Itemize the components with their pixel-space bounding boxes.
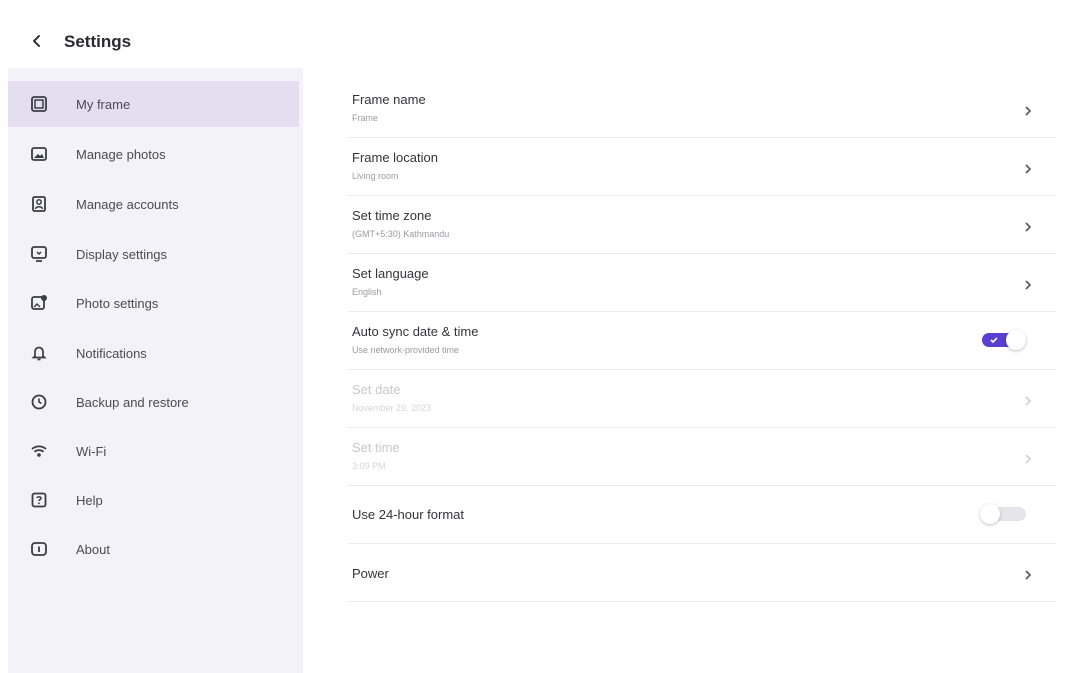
page-title: Settings bbox=[64, 32, 132, 51]
history-icon bbox=[28, 391, 50, 413]
sidebar: My frame Manage photos Manage accounts D… bbox=[8, 68, 303, 673]
chevron-right-icon bbox=[1022, 453, 1034, 465]
photos-icon bbox=[28, 143, 50, 165]
header-bar: Settings bbox=[0, 0, 1084, 64]
setting-subtitle: English bbox=[352, 287, 382, 297]
sidebar-item-manage-accounts[interactable]: Manage accounts bbox=[8, 181, 299, 227]
setting-auto-sync[interactable]: Auto sync date & time Use network-provid… bbox=[348, 312, 1056, 370]
setting-frame-location[interactable]: Frame location Living room bbox=[348, 138, 1056, 196]
setting-time-zone[interactable]: Set time zone (GMT+5:30) Kathmandu bbox=[348, 196, 1056, 254]
setting-title: Set time zone bbox=[352, 208, 432, 223]
accounts-icon bbox=[28, 193, 50, 215]
chevron-right-icon bbox=[1022, 569, 1034, 581]
sidebar-item-manage-photos[interactable]: Manage photos bbox=[8, 131, 299, 177]
display-icon bbox=[28, 243, 50, 265]
sidebar-item-label: Wi-Fi bbox=[76, 443, 107, 459]
wifi-icon bbox=[28, 440, 50, 462]
sidebar-item-label: Help bbox=[76, 492, 103, 508]
setting-title: Auto sync date & time bbox=[352, 324, 479, 339]
chevron-right-icon bbox=[1022, 395, 1034, 407]
sidebar-item-label: About bbox=[76, 541, 110, 557]
setting-title: Set language bbox=[352, 266, 429, 281]
sidebar-item-label: Manage accounts bbox=[76, 196, 179, 212]
sidebar-item-display-settings[interactable]: Display settings bbox=[8, 231, 299, 277]
setting-title: Power bbox=[352, 566, 389, 581]
photo-settings-icon bbox=[28, 292, 50, 314]
chevron-right-icon bbox=[1022, 279, 1034, 291]
setting-language[interactable]: Set language English bbox=[348, 254, 1056, 312]
info-icon bbox=[28, 538, 50, 560]
sidebar-item-photo-settings[interactable]: Photo settings bbox=[8, 280, 299, 326]
setting-title: Set date bbox=[352, 382, 401, 397]
back-button[interactable] bbox=[26, 30, 48, 52]
setting-subtitle: Frame bbox=[352, 113, 379, 123]
sidebar-item-label: My frame bbox=[76, 96, 131, 112]
setting-set-date: Set date November 29, 2023 bbox=[348, 370, 1056, 428]
setting-subtitle: Use network-provided time bbox=[352, 345, 460, 355]
setting-frame-name[interactable]: Frame name Frame bbox=[348, 80, 1056, 138]
sidebar-item-help[interactable]: Help bbox=[8, 477, 299, 523]
chevron-right-icon bbox=[1022, 221, 1034, 233]
setting-title: Use 24-hour format bbox=[352, 507, 464, 522]
sidebar-item-backup-restore[interactable]: Backup and restore bbox=[8, 379, 299, 425]
sidebar-item-label: Backup and restore bbox=[76, 394, 189, 410]
setting-power[interactable]: Power bbox=[348, 544, 1056, 602]
setting-subtitle: Living room bbox=[352, 171, 399, 181]
setting-subtitle: (GMT+5:30) Kathmandu bbox=[352, 229, 450, 239]
setting-title: Set time bbox=[352, 440, 400, 455]
setting-set-time: Set time 3:09 PM bbox=[348, 428, 1056, 486]
chevron-right-icon bbox=[1022, 163, 1034, 175]
sidebar-item-wifi[interactable]: Wi-Fi bbox=[8, 428, 299, 474]
sidebar-item-label: Photo settings bbox=[76, 295, 159, 311]
sidebar-item-label: Display settings bbox=[76, 246, 168, 262]
chevron-right-icon bbox=[1022, 105, 1034, 117]
24-hour-toggle[interactable] bbox=[980, 503, 1028, 525]
setting-subtitle: November 29, 2023 bbox=[352, 403, 432, 413]
setting-24-hour-format[interactable]: Use 24-hour format bbox=[348, 486, 1056, 544]
chevron-left-icon bbox=[33, 35, 40, 47]
setting-subtitle: 3:09 PM bbox=[352, 461, 386, 471]
sidebar-item-about[interactable]: About bbox=[8, 526, 299, 572]
check-icon bbox=[990, 337, 998, 344]
settings-panel: Frame name Frame Frame location Living r… bbox=[310, 68, 1084, 673]
setting-title: Frame name bbox=[352, 92, 426, 107]
help-icon bbox=[28, 489, 50, 511]
bell-icon bbox=[28, 342, 50, 364]
sidebar-item-my-frame[interactable]: My frame bbox=[8, 81, 299, 127]
sidebar-item-notifications[interactable]: Notifications bbox=[8, 330, 299, 376]
frame-icon bbox=[28, 93, 50, 115]
setting-title: Frame location bbox=[352, 150, 438, 165]
auto-sync-toggle[interactable] bbox=[980, 329, 1028, 351]
sidebar-item-label: Manage photos bbox=[76, 146, 166, 162]
sidebar-item-label: Notifications bbox=[76, 345, 147, 361]
